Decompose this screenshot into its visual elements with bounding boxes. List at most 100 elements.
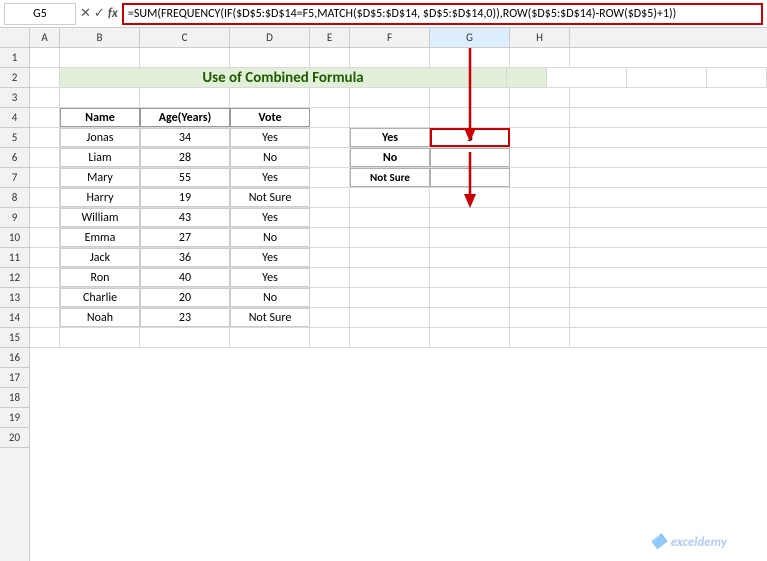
cell-g3[interactable]	[430, 88, 510, 107]
cell-f2[interactable]	[547, 68, 627, 87]
cell-f11[interactable]	[350, 248, 430, 267]
cell-e8[interactable]	[310, 188, 350, 207]
cell-e10[interactable]	[310, 228, 350, 247]
cell-h6[interactable]	[510, 148, 570, 167]
cell-e3[interactable]	[310, 88, 350, 107]
cell-b15[interactable]	[60, 328, 140, 347]
cell-h5[interactable]	[510, 128, 570, 147]
cell-f8[interactable]	[350, 188, 430, 207]
cell-d11[interactable]: Yes	[230, 248, 310, 267]
cell-c3[interactable]	[140, 88, 230, 107]
cell-g5-yes-value[interactable]: 5	[430, 128, 510, 147]
cell-h8[interactable]	[510, 188, 570, 207]
cell-e7[interactable]	[310, 168, 350, 187]
cell-c13[interactable]: 20	[140, 288, 230, 307]
cell-h13[interactable]	[510, 288, 570, 307]
cell-e4[interactable]	[310, 108, 350, 127]
cell-h2[interactable]	[707, 68, 767, 87]
cell-reference-box[interactable]: G5	[4, 3, 76, 25]
cell-d7[interactable]: Yes	[230, 168, 310, 187]
col-header-g[interactable]: G	[430, 28, 510, 47]
cell-a13[interactable]	[30, 288, 60, 307]
cell-e6[interactable]	[310, 148, 350, 167]
cell-d12[interactable]: Yes	[230, 268, 310, 287]
col-header-c[interactable]: C	[140, 28, 230, 47]
cancel-icon[interactable]: ✕	[80, 6, 91, 21]
cell-f9[interactable]	[350, 208, 430, 227]
cell-f10[interactable]	[350, 228, 430, 247]
cell-f14[interactable]	[350, 308, 430, 327]
cell-f7-notsure-label[interactable]: Not Sure	[350, 168, 430, 187]
cell-a4[interactable]	[30, 108, 60, 127]
cell-title[interactable]: Use of Combined Formula	[60, 68, 507, 87]
cell-h15[interactable]	[510, 328, 570, 347]
cell-b3[interactable]	[60, 88, 140, 107]
cell-c11[interactable]: 36	[140, 248, 230, 267]
cell-a1[interactable]	[30, 48, 60, 67]
cell-e11[interactable]	[310, 248, 350, 267]
confirm-icon[interactable]: ✓	[94, 6, 105, 21]
cell-f5-yes-label[interactable]: Yes	[350, 128, 430, 147]
cell-h7[interactable]	[510, 168, 570, 187]
cell-c1[interactable]	[140, 48, 230, 67]
cell-a12[interactable]	[30, 268, 60, 287]
cell-c15[interactable]	[140, 328, 230, 347]
cell-g15[interactable]	[430, 328, 510, 347]
cell-g2[interactable]	[627, 68, 707, 87]
cell-f6-no-label[interactable]: No	[350, 148, 430, 167]
cell-f3[interactable]	[350, 88, 430, 107]
cell-b5[interactable]: Jonas	[60, 128, 140, 147]
cell-a14[interactable]	[30, 308, 60, 327]
cell-d4-vote[interactable]: Vote	[230, 108, 310, 127]
cell-b10[interactable]: Emma	[60, 228, 140, 247]
cell-b13[interactable]: Charlie	[60, 288, 140, 307]
cell-c14[interactable]: 23	[140, 308, 230, 327]
cell-c4-age[interactable]: Age(Years)	[140, 108, 230, 127]
cell-e12[interactable]	[310, 268, 350, 287]
cell-h3[interactable]	[510, 88, 570, 107]
cell-g1[interactable]	[430, 48, 510, 67]
cell-b14[interactable]: Noah	[60, 308, 140, 327]
cell-g14[interactable]	[430, 308, 510, 327]
cell-f15[interactable]	[350, 328, 430, 347]
cell-c10[interactable]: 27	[140, 228, 230, 247]
cell-a7[interactable]	[30, 168, 60, 187]
col-header-f[interactable]: F	[350, 28, 430, 47]
cell-e5[interactable]	[310, 128, 350, 147]
col-header-e[interactable]: E	[310, 28, 350, 47]
cell-g6-no-value[interactable]	[430, 148, 510, 167]
cell-e1[interactable]	[310, 48, 350, 67]
function-icon[interactable]: fx	[108, 6, 118, 21]
cell-e15[interactable]	[310, 328, 350, 347]
col-header-a[interactable]: A	[30, 28, 60, 47]
cell-d5[interactable]: Yes	[230, 128, 310, 147]
cell-f1[interactable]	[350, 48, 430, 67]
cell-d3[interactable]	[230, 88, 310, 107]
col-header-b[interactable]: B	[60, 28, 140, 47]
cell-d6[interactable]: No	[230, 148, 310, 167]
cell-a11[interactable]	[30, 248, 60, 267]
cell-c5[interactable]: 34	[140, 128, 230, 147]
cell-c7[interactable]: 55	[140, 168, 230, 187]
col-header-d[interactable]: D	[230, 28, 310, 47]
cell-g10[interactable]	[430, 228, 510, 247]
cell-a5[interactable]	[30, 128, 60, 147]
cell-a10[interactable]	[30, 228, 60, 247]
cell-a6[interactable]	[30, 148, 60, 167]
cell-h1[interactable]	[510, 48, 570, 67]
cell-h11[interactable]	[510, 248, 570, 267]
cell-a8[interactable]	[30, 188, 60, 207]
cell-g8[interactable]	[430, 188, 510, 207]
cell-d13[interactable]: No	[230, 288, 310, 307]
cell-d10[interactable]: No	[230, 228, 310, 247]
cell-g9[interactable]	[430, 208, 510, 227]
cell-a9[interactable]	[30, 208, 60, 227]
cell-b4-name[interactable]: Name	[60, 108, 140, 127]
cell-d8[interactable]: Not Sure	[230, 188, 310, 207]
cell-e9[interactable]	[310, 208, 350, 227]
cell-h12[interactable]	[510, 268, 570, 287]
cell-b11[interactable]: Jack	[60, 248, 140, 267]
cell-h4[interactable]	[510, 108, 570, 127]
cell-f4[interactable]	[350, 108, 430, 127]
cell-a2[interactable]	[30, 68, 60, 87]
